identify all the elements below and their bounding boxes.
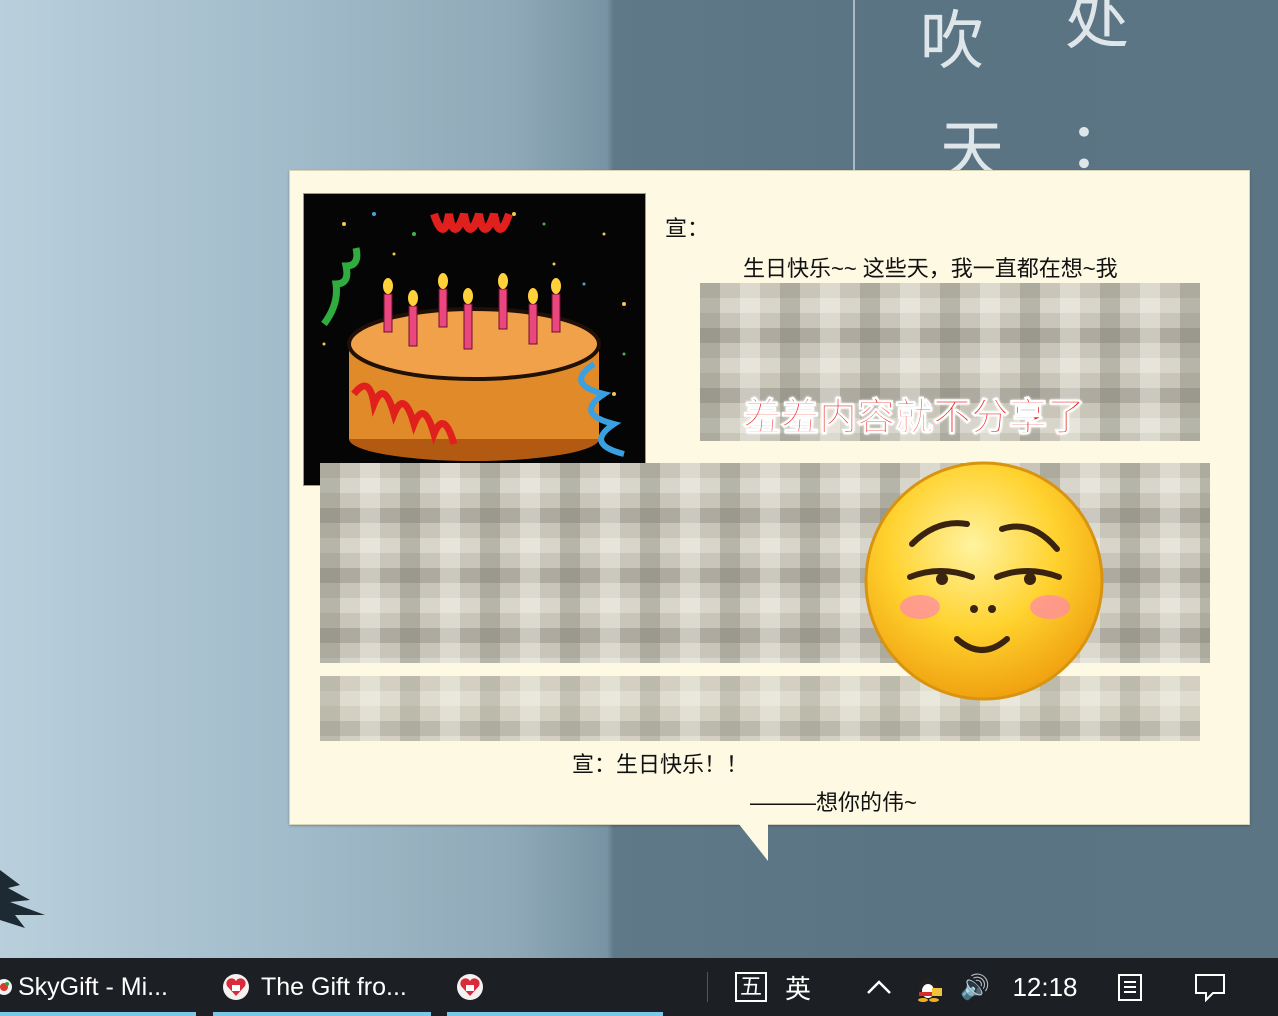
first-line-text: 生日快乐~~ 这些天，我一直都在想~我 <box>743 256 1118 281</box>
notification-icon <box>1195 974 1225 1002</box>
clock[interactable]: 12:18 <box>1005 958 1085 1016</box>
wallpaper-divider <box>853 0 855 170</box>
gift-message-popup[interactable]: 宣： 生日快乐~~ 这些天，我一直都在想~我 羞羞内容就不分享了 宣：生日快乐！… <box>289 170 1250 861</box>
chevron-up-icon <box>867 980 891 994</box>
calligraphy-char: 吹 <box>920 5 984 79</box>
taskbar-app-label: SkyGift - Mi... <box>18 972 168 1001</box>
qq-penguin-icon <box>918 977 942 1002</box>
desktop-wallpaper: 吹 处 天 ： 宣： 生日快乐~~ 这些天，我一直都在想~我 羞羞内容就不分享了… <box>0 0 1278 958</box>
speaker-icon: 🔊 <box>960 973 990 1001</box>
taskbar: SkyGift - Mi... The Gift fro... 五 英 🔊 12… <box>0 958 1278 1016</box>
tray-expand-button[interactable] <box>858 958 900 1016</box>
shy-smile-emoji-icon <box>864 461 1104 701</box>
heart-gift-icon <box>223 974 249 1000</box>
signature-text: ———想你的伟~ <box>750 790 917 815</box>
tree-silhouette <box>0 870 45 928</box>
taskbar-app-label: The Gift fro... <box>261 972 407 1001</box>
greeting-text: 宣： <box>665 216 710 241</box>
taskbar-app-skygift[interactable]: SkyGift - Mi... <box>0 958 196 1016</box>
qq-tray-button[interactable] <box>908 958 950 1016</box>
notepad-icon <box>1118 974 1142 1001</box>
skygift-app-icon <box>0 979 12 995</box>
heart-gift-icon <box>457 974 483 1000</box>
volume-button[interactable]: 🔊 <box>954 958 996 1016</box>
censor-label: 羞羞内容就不分享了 <box>742 395 1086 440</box>
ime-language-button[interactable]: 英 <box>776 958 820 1016</box>
taskbar-app-gift-2[interactable] <box>447 958 663 1016</box>
action-center-button[interactable] <box>1186 958 1234 1016</box>
calligraphy-char: 处 <box>1065 0 1129 59</box>
taskbar-separator <box>707 972 708 1002</box>
ime-mode-label: 五 <box>734 972 767 1002</box>
popup-tail <box>738 823 768 861</box>
closing-text: 宣：生日快乐！！ <box>572 752 749 777</box>
ime-mode-button[interactable]: 五 <box>730 958 772 1016</box>
notes-button[interactable] <box>1108 958 1152 1016</box>
birthday-cake-image <box>303 193 646 486</box>
taskbar-app-gift[interactable]: The Gift fro... <box>213 958 431 1016</box>
